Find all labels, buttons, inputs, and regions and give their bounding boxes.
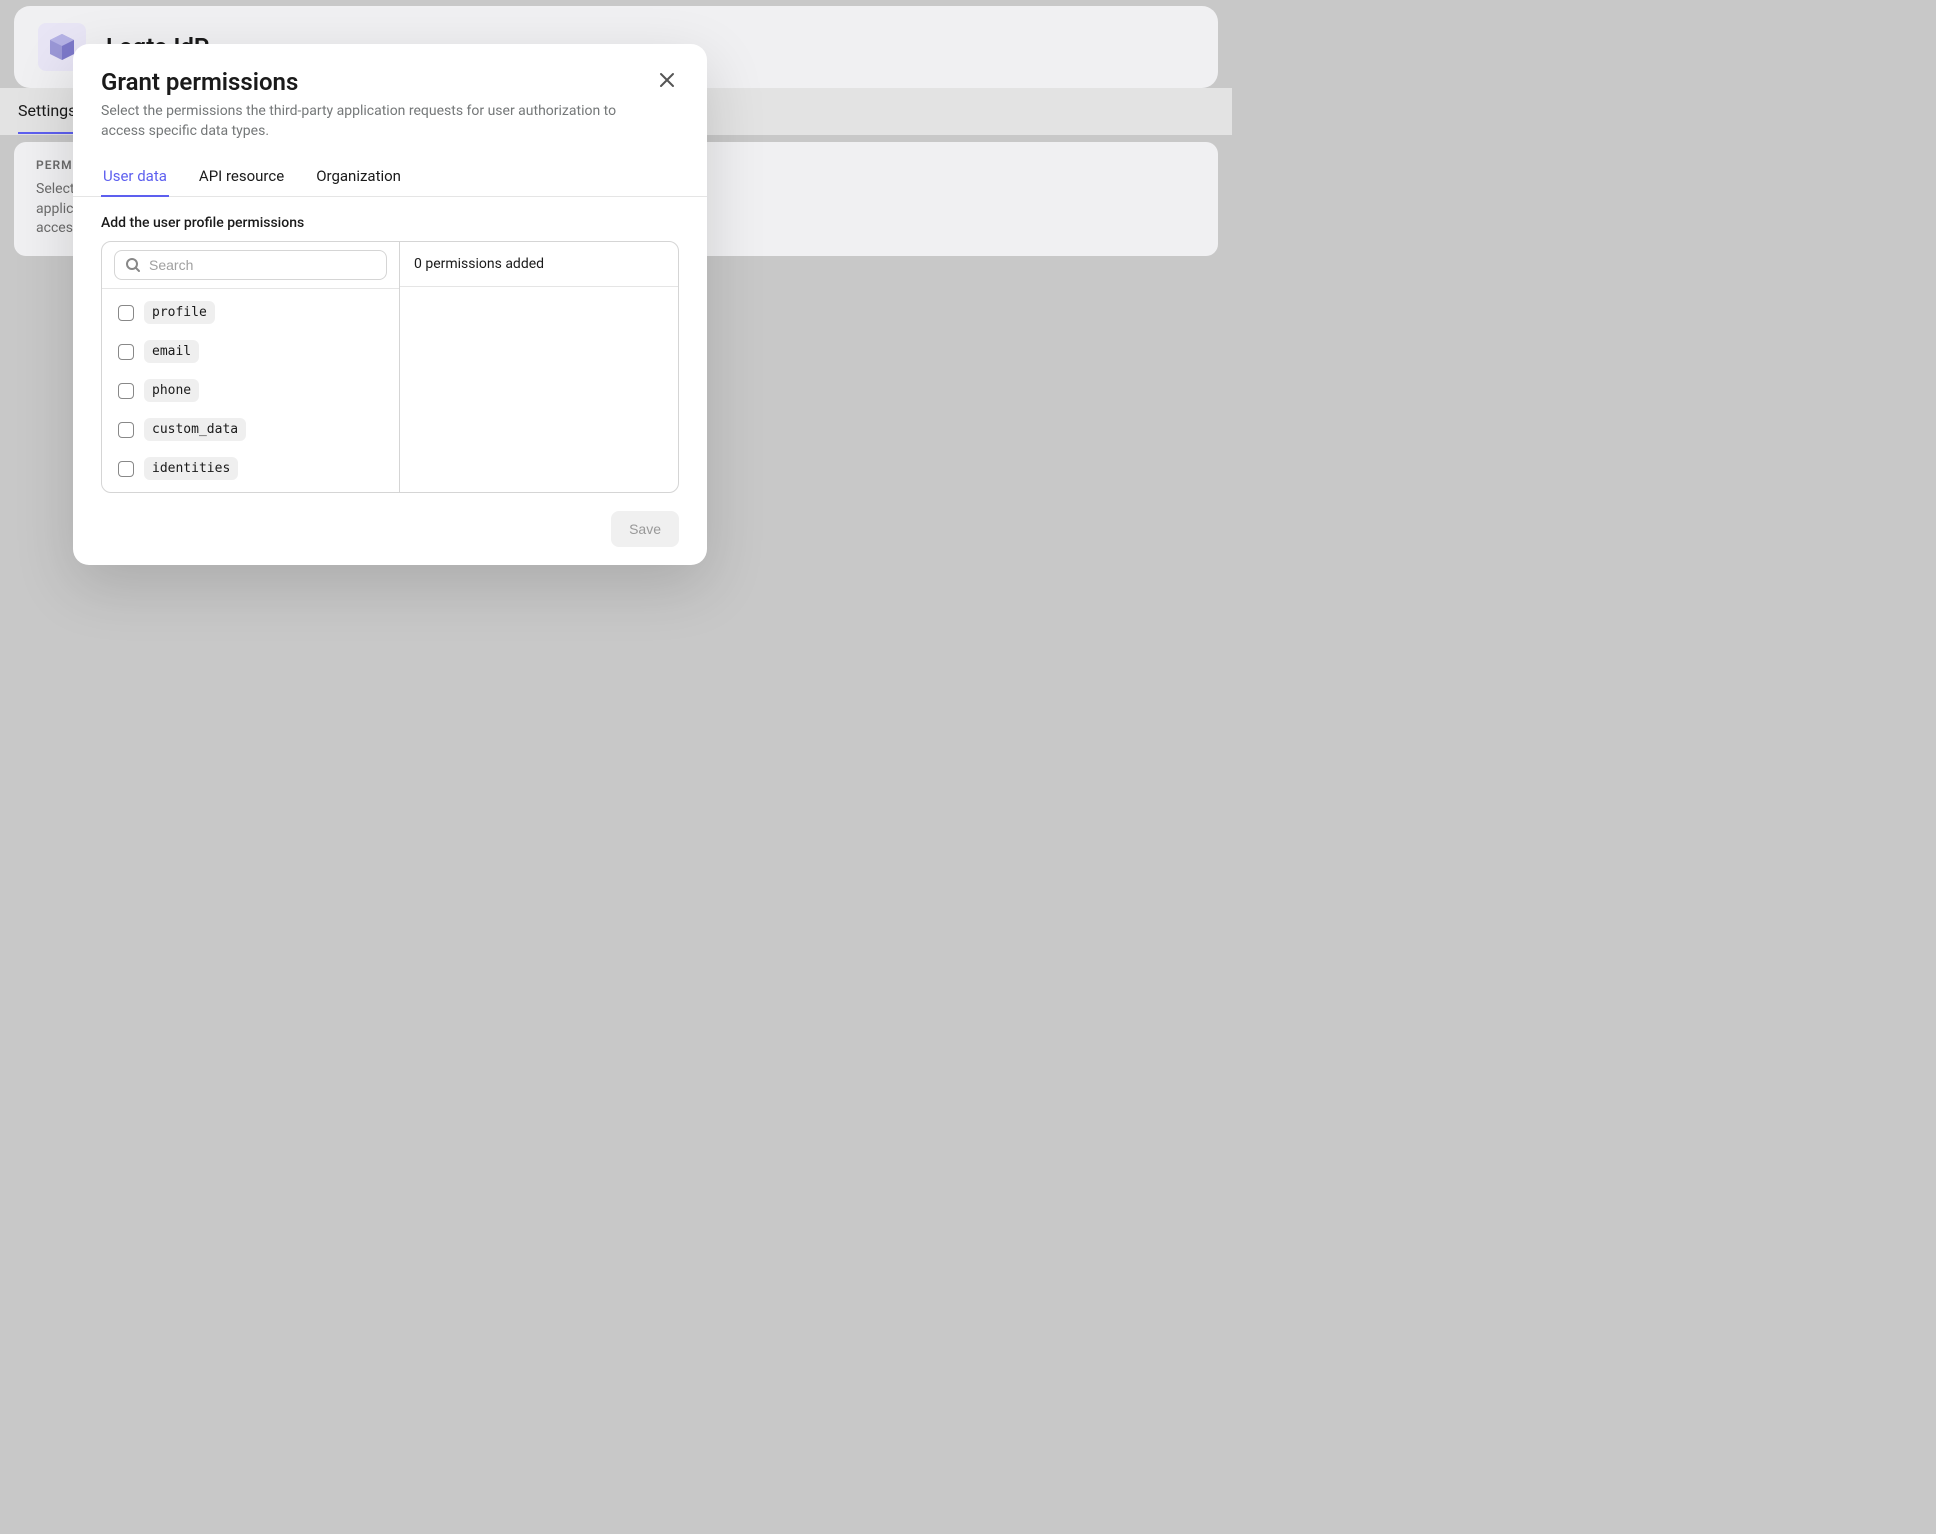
added-count-label: 0 permissions added: [400, 242, 678, 287]
permission-item: profile: [114, 293, 397, 332]
permission-checkbox[interactable]: [118, 344, 134, 360]
permission-tag: phone: [144, 379, 199, 402]
permission-checkbox[interactable]: [118, 383, 134, 399]
modal-overlay: Grant permissions Select the permissions…: [0, 0, 1232, 974]
modal-body: Add the user profile permissions: [73, 197, 707, 493]
permissions-section-label: Add the user profile permissions: [101, 215, 679, 231]
added-permissions-panel: 0 permissions added: [400, 242, 678, 492]
close-icon: [659, 72, 675, 88]
grant-permissions-modal: Grant permissions Select the permissions…: [73, 44, 707, 565]
tab-api-resource[interactable]: API resource: [197, 159, 286, 197]
permission-item: email: [114, 332, 397, 371]
permission-tag: identities: [144, 457, 238, 480]
permission-checkbox[interactable]: [118, 461, 134, 477]
dual-panel: profile email phone custom_data: [101, 241, 679, 493]
tab-user-data[interactable]: User data: [101, 159, 169, 197]
permission-item: identities: [114, 449, 397, 488]
search-wrap: [102, 242, 399, 289]
close-button[interactable]: [655, 68, 679, 92]
search-icon: [125, 257, 141, 273]
tab-organization[interactable]: Organization: [314, 159, 403, 197]
modal-tabs: User data API resource Organization: [73, 159, 707, 197]
save-button[interactable]: Save: [611, 511, 679, 547]
permission-checkbox[interactable]: [118, 422, 134, 438]
modal-title: Grant permissions: [101, 68, 635, 96]
permissions-list[interactable]: profile email phone custom_data: [102, 289, 399, 492]
permission-item: roles: [114, 488, 397, 492]
permission-tag: profile: [144, 301, 215, 324]
permission-item: phone: [114, 371, 397, 410]
permission-tag: custom_data: [144, 418, 246, 441]
permission-tag: email: [144, 340, 199, 363]
permission-item: custom_data: [114, 410, 397, 449]
search-box: [114, 250, 387, 280]
modal-subtitle: Select the permissions the third-party a…: [101, 102, 635, 141]
available-permissions-panel: profile email phone custom_data: [102, 242, 400, 492]
modal-header: Grant permissions Select the permissions…: [73, 68, 707, 141]
modal-footer: Save: [73, 493, 707, 547]
search-input[interactable]: [149, 257, 376, 273]
permission-checkbox[interactable]: [118, 305, 134, 321]
